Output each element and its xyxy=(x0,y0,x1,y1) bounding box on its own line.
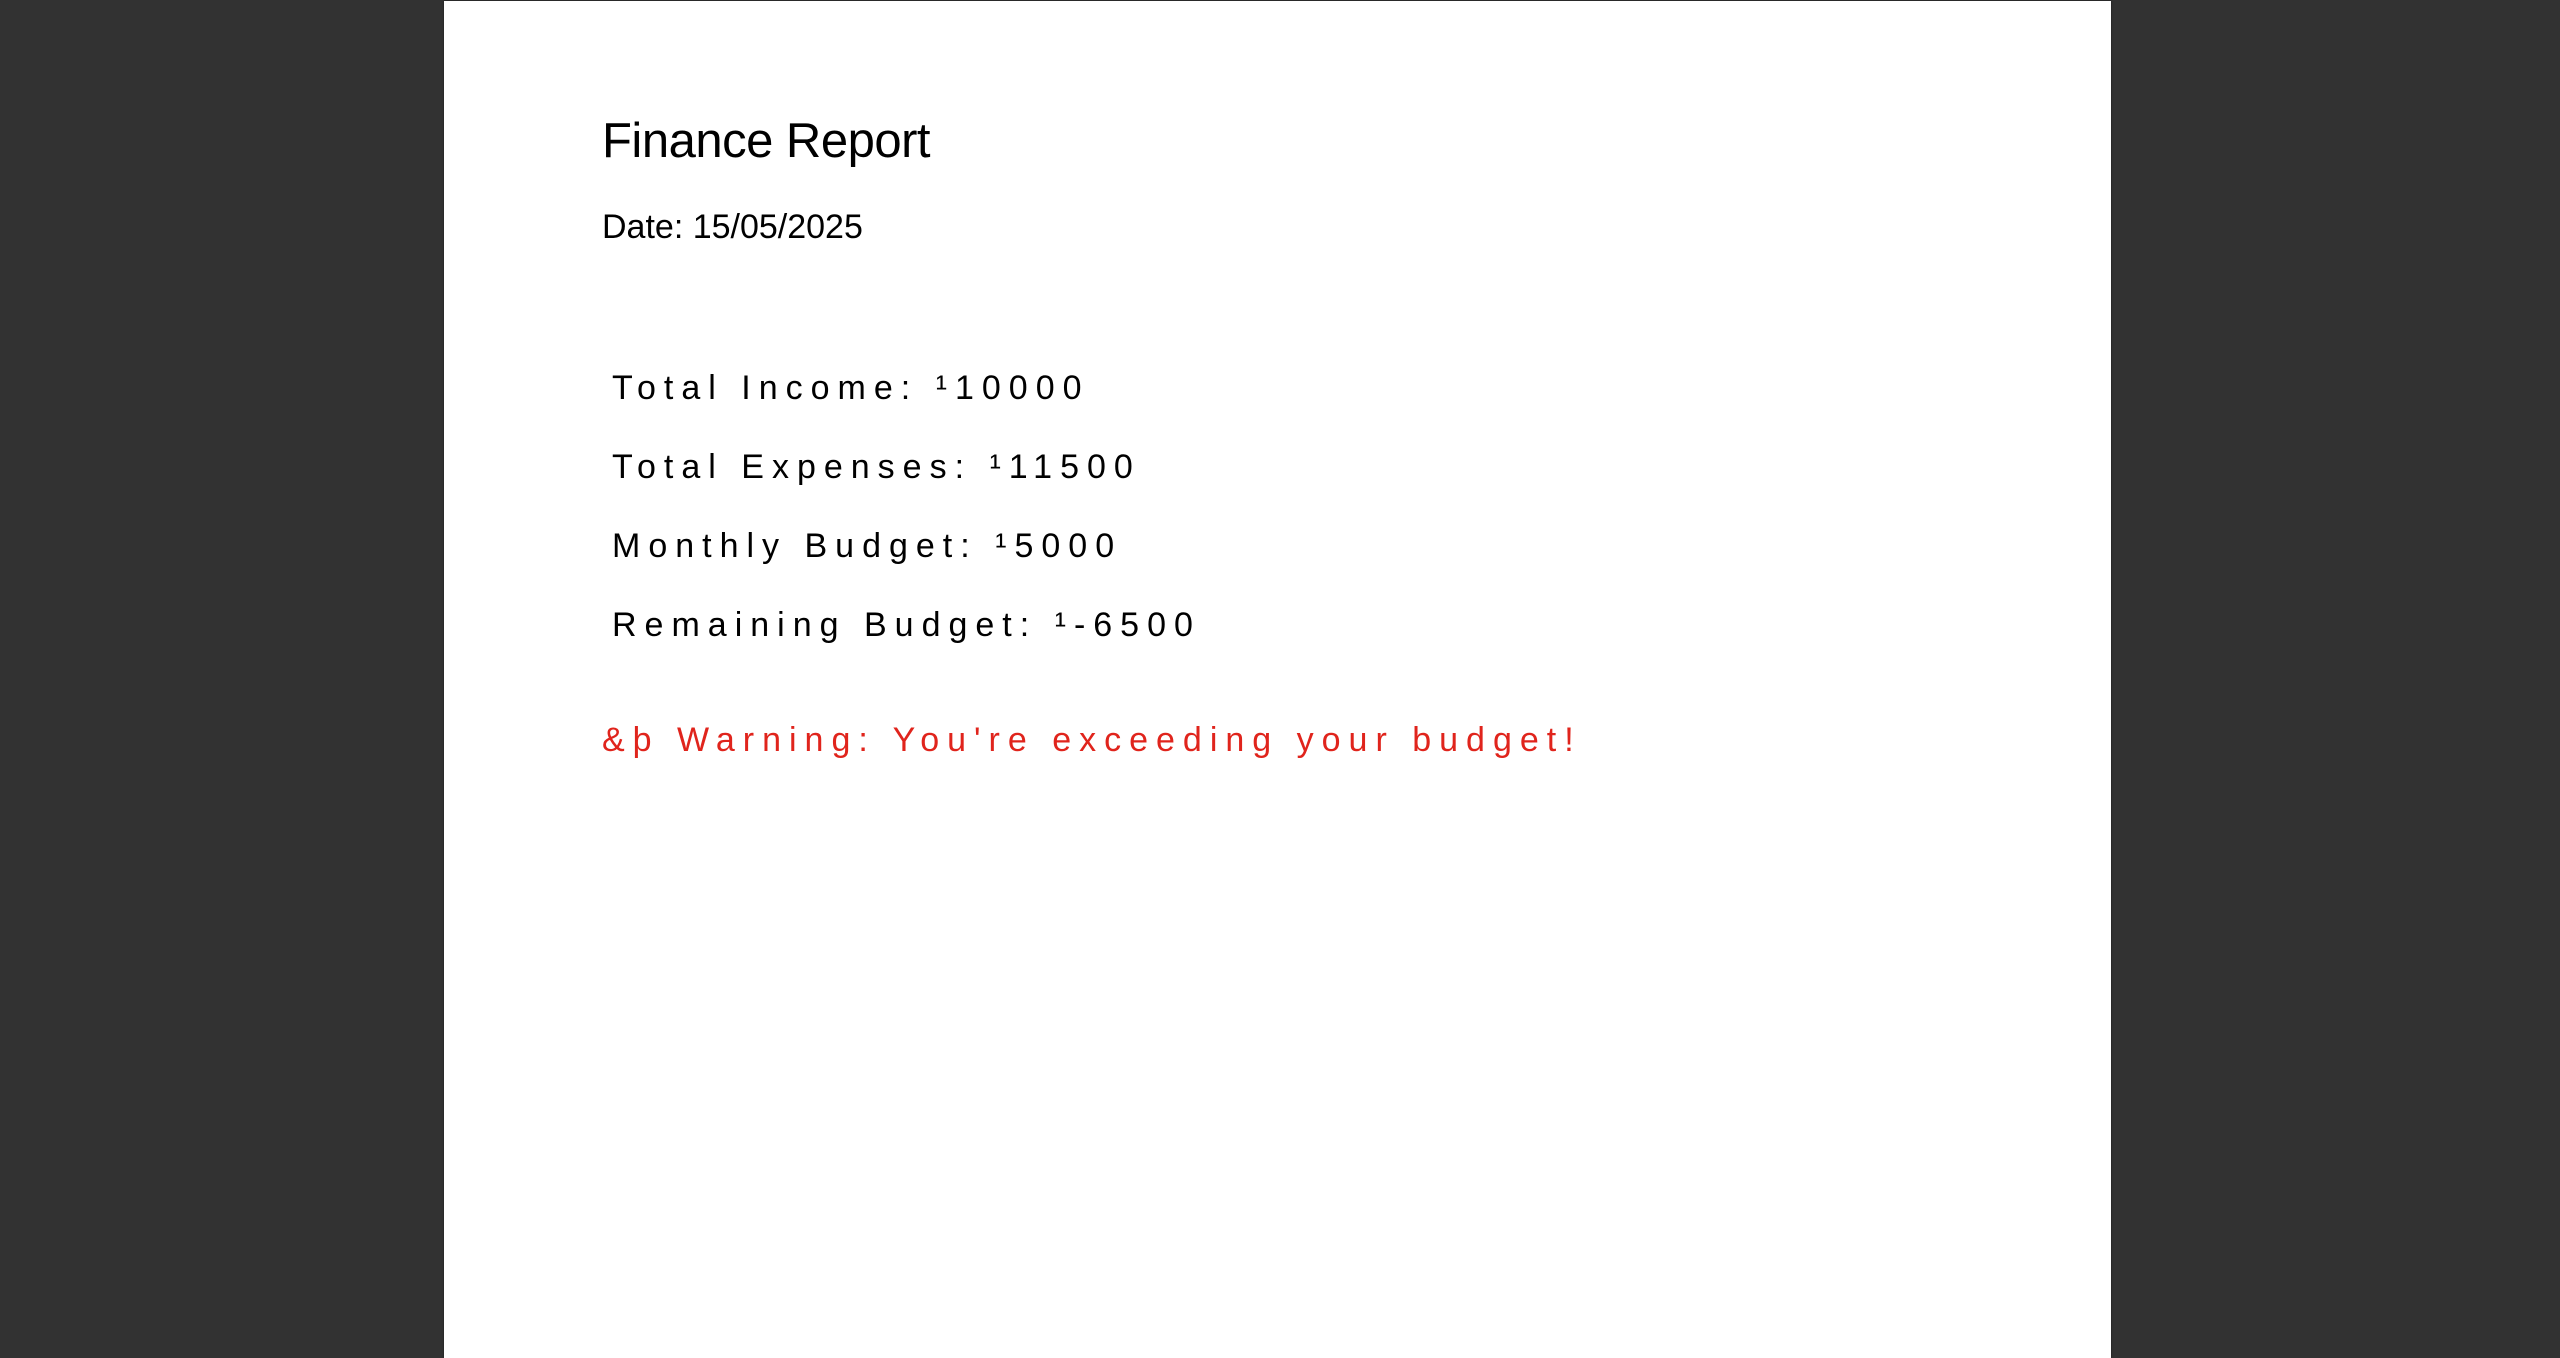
report-title: Finance Report xyxy=(602,114,931,168)
summary-block: Total Income: ¹10000 Total Expenses: ¹11… xyxy=(612,363,1201,679)
total-income-line: Total Income: ¹10000 xyxy=(612,369,1090,407)
remaining-budget-line: Remaining Budget: ¹-6500 xyxy=(612,606,1201,644)
monthly-budget-line: Monthly Budget: ¹5000 xyxy=(612,527,1123,565)
total-expenses-line: Total Expenses: ¹11500 xyxy=(612,448,1141,486)
pdf-viewer: Finance Report Date: 15/05/2025 Total In… xyxy=(0,0,2560,1358)
report-date: Date: 15/05/2025 xyxy=(602,208,863,246)
document-page: Finance Report Date: 15/05/2025 Total In… xyxy=(444,1,2111,1358)
budget-warning: &þ Warning: You're exceeding your budget… xyxy=(602,721,1582,759)
